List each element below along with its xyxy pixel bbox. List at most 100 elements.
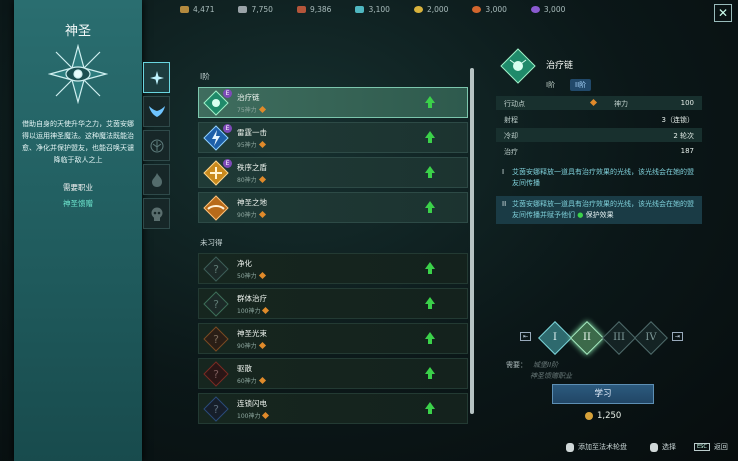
stat-row-action-mana: 行动点 神力 100 (496, 96, 702, 110)
tier-button-1[interactable]: I (538, 321, 572, 355)
skill-cost: 60神力 (237, 376, 266, 385)
svg-text:?: ? (213, 333, 219, 346)
crystal-resource-icon (355, 5, 365, 13)
wings-icon (148, 105, 165, 117)
action-point-icon (258, 175, 266, 184)
skill-title: 治疗链 (546, 61, 574, 71)
skill-row-chain-lightning[interactable]: ? 连锁闪电 100神力 (198, 393, 468, 424)
action-point-icon (258, 271, 266, 280)
resource-gold: 4,471 (180, 3, 214, 15)
skill-row-order-shield[interactable]: E 秩序之盾 80神力 (198, 157, 468, 188)
skill-name: 秩序之盾 (237, 163, 267, 172)
skill-detail-panel: 治疗链 I阶 II阶 行动点 神力 100 射程 3（连锁） 冷却 2 轮次 治… (496, 46, 708, 346)
upgrade-arrow-icon[interactable] (425, 332, 435, 344)
action-point-icon (262, 306, 270, 315)
upgrade-arrow-icon[interactable] (425, 402, 435, 414)
mouse-button-icon (650, 442, 658, 452)
heal-chain-icon (500, 48, 536, 84)
unknown-skill-icon: ? (203, 326, 229, 352)
tier-one-description: I 艾茵安娜释放一道具有治疗效果的光线，该光线会在她的盟友间传播 (502, 168, 694, 187)
tier-selector: ⇤ I II III IV ⇥ (516, 321, 696, 355)
skill-name: 治疗链 (237, 93, 260, 102)
resource-wood: 9,386 (296, 3, 331, 15)
purple-resource-icon (530, 5, 540, 13)
stat-row-range: 射程 3（连锁） (504, 116, 694, 124)
close-button[interactable]: ✕ (714, 4, 732, 22)
skill-row-purify[interactable]: ? 净化 50神力 (198, 253, 468, 284)
tier-one-label: I阶 (546, 81, 556, 89)
hint-add-to-wheel[interactable]: 添加至法术轮盘 (566, 442, 627, 452)
skill-row-dispel[interactable]: ? 驱散 60神力 (198, 358, 468, 389)
scrollbar-thumb[interactable] (470, 68, 474, 414)
skill-row-holy-beam[interactable]: ? 神圣光束 90神力 (198, 323, 468, 354)
skill-cost: 100神力 (237, 306, 270, 315)
shield-effect-icon: ● (577, 211, 586, 219)
section-tier-one: I阶 (200, 72, 210, 81)
skill-name: 连锁闪电 (237, 399, 267, 408)
skill-row-thunder-strike[interactable]: E 雷霆一击 95神力 (198, 122, 468, 153)
skill-cost: 95神力 (237, 140, 266, 149)
protection-effect-text: ● 保护效果 (577, 211, 614, 219)
skill-name: 净化 (237, 259, 252, 268)
equipped-badge: E (223, 159, 232, 168)
equipped-badge: E (223, 124, 232, 133)
next-tier-key-icon[interactable]: ⇥ (672, 332, 683, 341)
upgrade-arrow-icon[interactable] (425, 297, 435, 309)
skill-cost: 80神力 (237, 175, 266, 184)
stat-row-heal: 治疗 187 (504, 147, 694, 156)
resource-coin: 2,000 (413, 3, 448, 15)
resource-purple: 3,000 (530, 3, 565, 15)
skull-icon (151, 207, 162, 221)
tier-button-3[interactable]: III (602, 321, 636, 355)
upgrade-arrow-icon[interactable] (425, 131, 435, 143)
svg-text:?: ? (213, 403, 219, 416)
equipped-badge: E (223, 89, 232, 98)
upgrade-arrow-icon[interactable] (425, 367, 435, 379)
skill-name: 群体治疗 (237, 294, 267, 303)
skill-row-heal-chain[interactable]: E 治疗链 75神力 (198, 87, 468, 118)
class-panel: 神圣 借助自身的天使升华之力，艾茵安娜得以运用神圣魔法。这种魔法既能治愈、净化并… (14, 0, 142, 461)
tier-button-2[interactable]: II (570, 321, 604, 355)
unknown-skill-icon: ? (203, 256, 229, 282)
skill-row-mass-heal[interactable]: ? 群体治疗 100神力 (198, 288, 468, 319)
wood-resource-icon (296, 5, 306, 13)
skill-cost: 100神力 (237, 411, 270, 420)
svg-text:?: ? (213, 368, 219, 381)
requirements-block: 需要： 城堡II阶 神圣馈赠职业 (506, 361, 572, 380)
upgrade-arrow-icon[interactable] (425, 201, 435, 213)
hint-select[interactable]: 选择 (650, 442, 676, 452)
required-class-label: 需要职业 (63, 183, 93, 192)
class-description: 借助自身的天使升华之力，艾茵安娜得以运用神圣魔法。这种魔法既能治愈、净化并保护盟… (22, 120, 134, 164)
action-point-icon (589, 98, 598, 107)
tab-wings[interactable] (143, 96, 170, 127)
skill-name: 雷霆一击 (237, 128, 267, 137)
upgrade-arrow-icon[interactable] (425, 262, 435, 274)
skill-cost: 50神力 (237, 271, 266, 280)
action-point-icon (258, 341, 266, 350)
unknown-skill-icon: ? (203, 361, 229, 387)
svg-text:?: ? (213, 298, 219, 311)
unknown-skill-icon: ? (203, 396, 229, 422)
required-class-value: 神圣馈赠 (63, 199, 93, 208)
tier-button-4[interactable]: IV (634, 321, 668, 355)
tab-fire[interactable] (143, 164, 170, 195)
upgrade-arrow-icon[interactable] (425, 166, 435, 178)
upgrade-arrow-icon[interactable] (425, 96, 435, 108)
skill-cost: 75神力 (237, 105, 266, 114)
svg-text:?: ? (213, 263, 219, 276)
unknown-skill-icon: ? (203, 291, 229, 317)
tier-two-tag: II阶 (570, 79, 592, 91)
learn-button[interactable]: 学习 (552, 384, 654, 404)
tier-two-description: II 艾茵安娜释放一道具有治疗效果的光线，该光线会在她的盟友间传播并赋予他们 ●… (496, 196, 702, 224)
hint-back[interactable]: ESC 返回 (694, 442, 728, 452)
skill-list: I阶 E 治疗链 75神力 E 雷霆一击 95神力 E 秩序之盾 80神力 神圣… (192, 63, 478, 443)
action-point-icon (262, 411, 270, 420)
tab-skull[interactable] (143, 198, 170, 229)
coin-resource-icon (413, 5, 423, 13)
skill-name: 神圣光束 (237, 329, 267, 338)
tab-holy[interactable] (143, 62, 170, 93)
prev-tier-key-icon[interactable]: ⇤ (520, 332, 531, 341)
skill-row-holy-ground[interactable]: 神圣之地 90神力 (198, 192, 468, 223)
flame-icon (151, 172, 162, 187)
tab-tree[interactable] (143, 130, 170, 161)
